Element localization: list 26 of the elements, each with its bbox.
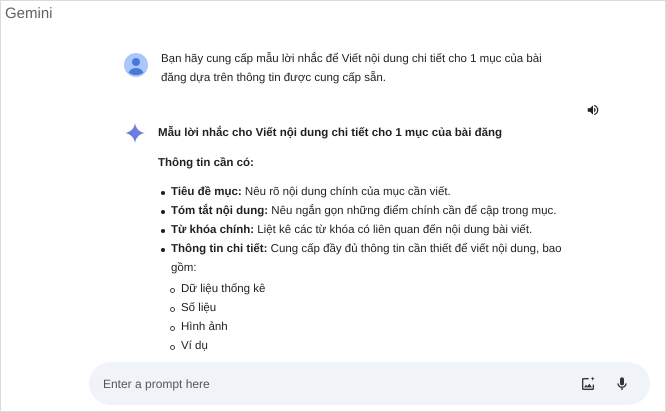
list-item: Tóm tắt nội dung: Nêu ngắn gọn những điểm chính cần để cập trong mục. <box>171 202 556 219</box>
user-message: Bạn hãy cung cấp mẫu lời nhắc để Viết nội dung chi tiết cho 1 mục của bài đăng dựa trên thông tin được cung cấp sẵn. <box>161 51 543 86</box>
avatar-icon <box>124 53 148 77</box>
list-item: Dữ liệu thống kê <box>181 282 266 297</box>
bullet-icon <box>161 248 165 252</box>
list-item: Hình ảnh <box>181 320 228 335</box>
list-item: Thông tin chi tiết: Cung cấp đầy đủ thông tin cần thiết để viết nội dung, bao gồm: <box>171 242 563 276</box>
bullet-icon <box>170 326 175 331</box>
prompt-field[interactable]: Enter a prompt here <box>103 376 562 390</box>
bullet-icon <box>170 288 175 293</box>
bullet-icon <box>170 345 175 350</box>
bullet-icon <box>161 229 165 233</box>
list-item: Tiêu đề mục: Nêu rõ nội dung chính của mục cần viết. <box>171 185 451 200</box>
add-image-icon[interactable] <box>580 376 596 392</box>
sparkle-icon <box>124 122 146 144</box>
list-item: Ví dụ <box>181 339 208 354</box>
bullet-icon <box>170 307 175 312</box>
list-item: Từ khóa chính: Liệt kê các từ khóa có liên quan đến nội dung bài viết. <box>171 223 532 238</box>
speaker-icon[interactable] <box>586 103 600 117</box>
app-title: Gemini <box>4 4 54 24</box>
prompt-bar[interactable]: Enter a prompt here <box>89 362 650 405</box>
bullet-icon <box>161 210 165 214</box>
list-item: Số liệu <box>181 301 216 316</box>
response-heading: Mẫu lời nhắc cho Viết nội dung chi tiết cho 1 mục của bài đăng <box>158 124 504 141</box>
response-subheading: Thông tin cần có: <box>158 156 254 171</box>
bullet-icon <box>161 191 165 195</box>
